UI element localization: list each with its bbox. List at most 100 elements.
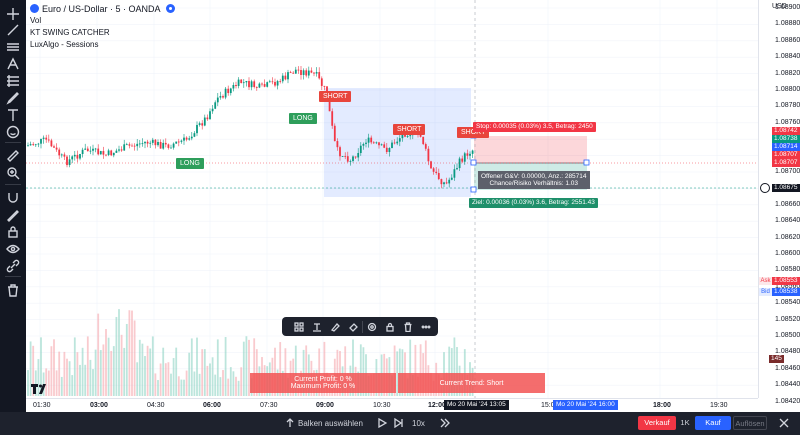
price-tick-label: 1.08600 <box>775 250 800 257</box>
volume-bar <box>232 371 235 396</box>
flatten-button[interactable]: Auflösen <box>733 416 767 430</box>
settings-icon[interactable] <box>363 317 381 336</box>
quantity-field[interactable]: 1K <box>677 416 693 430</box>
volume-bar <box>211 357 214 396</box>
link-icon[interactable] <box>3 256 23 276</box>
volume-bar <box>123 347 126 396</box>
more-icon[interactable] <box>417 317 435 336</box>
price-tick-label: 1.08820 <box>775 69 800 77</box>
candle-body <box>380 144 383 146</box>
candle-body <box>409 135 412 137</box>
candle-body <box>302 70 305 75</box>
close-icon[interactable] <box>779 418 789 431</box>
symbol-icon <box>30 4 39 13</box>
delete-icon[interactable] <box>399 317 417 336</box>
candle-body <box>313 72 315 74</box>
candle-body <box>255 87 258 88</box>
trash-icon[interactable] <box>3 280 23 300</box>
line-style-icon[interactable] <box>308 317 326 336</box>
time-tick-label: 03:00 <box>90 402 108 409</box>
candle-body <box>149 142 152 144</box>
candle-body <box>240 79 243 84</box>
candle-body <box>146 141 149 144</box>
candle-body <box>227 88 230 94</box>
price-tick-label: 1.08460 <box>775 364 800 372</box>
candle-body <box>406 136 409 137</box>
play-icon[interactable] <box>377 417 388 431</box>
candle-body <box>336 141 339 148</box>
sell-button[interactable]: Verkauf <box>638 416 676 430</box>
risk-reward-text: Chance/Risiko Verhältnis: 1.03 <box>489 180 579 187</box>
candle-body <box>81 149 84 155</box>
short-signal-label: SHORT <box>319 91 352 102</box>
symbol-legend-row[interactable]: Euro / US-Dollar · 5 · OANDA <box>30 2 175 15</box>
select-bars-button[interactable]: Balken auswählen <box>298 419 363 428</box>
stop-loss-label[interactable]: Stop: 0.00035 (0.03%) 3.5, Betrag: 2450 <box>473 122 596 132</box>
volume-bar <box>172 358 175 396</box>
volume-bar <box>227 378 230 396</box>
jump-to-realtime-icon[interactable] <box>440 418 450 431</box>
volume-bar <box>167 362 170 396</box>
candle-body <box>53 146 55 148</box>
indicator-volume[interactable]: Vol <box>30 15 175 27</box>
select-bar-icon[interactable] <box>285 418 295 431</box>
candle-body <box>170 147 172 149</box>
candle-body <box>159 142 162 149</box>
emoji-icon[interactable] <box>3 122 23 142</box>
lock-icon[interactable] <box>381 317 399 336</box>
template-icon[interactable] <box>290 317 308 336</box>
candle-body <box>138 143 141 145</box>
candle-body <box>40 138 42 144</box>
candle-body <box>89 150 92 152</box>
buy-button[interactable]: Kauf <box>695 416 731 430</box>
indicator-swing-catcher[interactable]: KT SWING CATCHER <box>30 27 175 39</box>
crosshair-plus-icon[interactable] <box>760 183 770 193</box>
candle-body <box>164 142 167 145</box>
symbol-title[interactable]: Euro / US-Dollar · 5 · OANDA <box>42 3 161 15</box>
zoom-in-icon[interactable] <box>3 163 23 183</box>
chart-pane[interactable] <box>26 0 758 398</box>
candle-body <box>245 80 248 83</box>
candle-body <box>115 150 118 153</box>
currency-label[interactable]: USD <box>772 3 787 10</box>
candle-body <box>97 148 100 155</box>
take-profit-label[interactable]: Ziel: 0.00036 (0.03%) 3.6, Betrag: 2551.… <box>469 198 598 208</box>
candle-body <box>253 81 256 88</box>
volume-badge: 145 <box>769 355 784 363</box>
volume-bar <box>115 316 118 396</box>
time-tick-label: 07:30 <box>260 402 278 409</box>
candle-body <box>180 140 183 142</box>
volume-bar <box>131 310 133 396</box>
time-axis[interactable]: 01:30 03:00 04:30 06:00 07:30 09:00 10:30 12:00… <box>26 398 758 412</box>
candle-body <box>268 81 271 83</box>
volume-bar <box>196 337 198 396</box>
price-chart[interactable] <box>26 0 758 398</box>
candle-body <box>281 75 284 82</box>
candle-body <box>214 102 217 109</box>
candle-body <box>370 137 373 143</box>
candle-body <box>359 145 362 154</box>
candle-body <box>128 144 131 146</box>
volume-bar <box>84 364 87 396</box>
fill-color-icon[interactable] <box>344 317 362 336</box>
replay-speed[interactable]: 10x <box>412 419 425 428</box>
volume-bar <box>133 320 136 396</box>
line-color-icon[interactable] <box>326 317 344 336</box>
step-forward-icon[interactable] <box>394 417 404 431</box>
candle-body <box>378 142 380 146</box>
candle-body <box>219 96 222 98</box>
ask-price-badge: 1.08553 <box>772 277 800 285</box>
volume-bar <box>229 367 232 396</box>
candle-body <box>357 153 360 158</box>
candle-body <box>177 141 180 143</box>
volume-bar <box>92 369 94 396</box>
stop-zone <box>474 136 587 163</box>
indicator-sessions[interactable]: LuxAlgo - Sessions <box>30 39 175 51</box>
candle-body <box>372 142 375 144</box>
volume-bar <box>120 334 123 396</box>
tradingview-logo[interactable] <box>31 384 49 394</box>
price-scale[interactable]: 1.08900 1.08880 1.08860 1.08840 1.08820 1.088… <box>758 0 800 405</box>
candle-body <box>29 144 32 146</box>
volume-bar <box>58 351 61 396</box>
volume-bar <box>79 364 81 396</box>
